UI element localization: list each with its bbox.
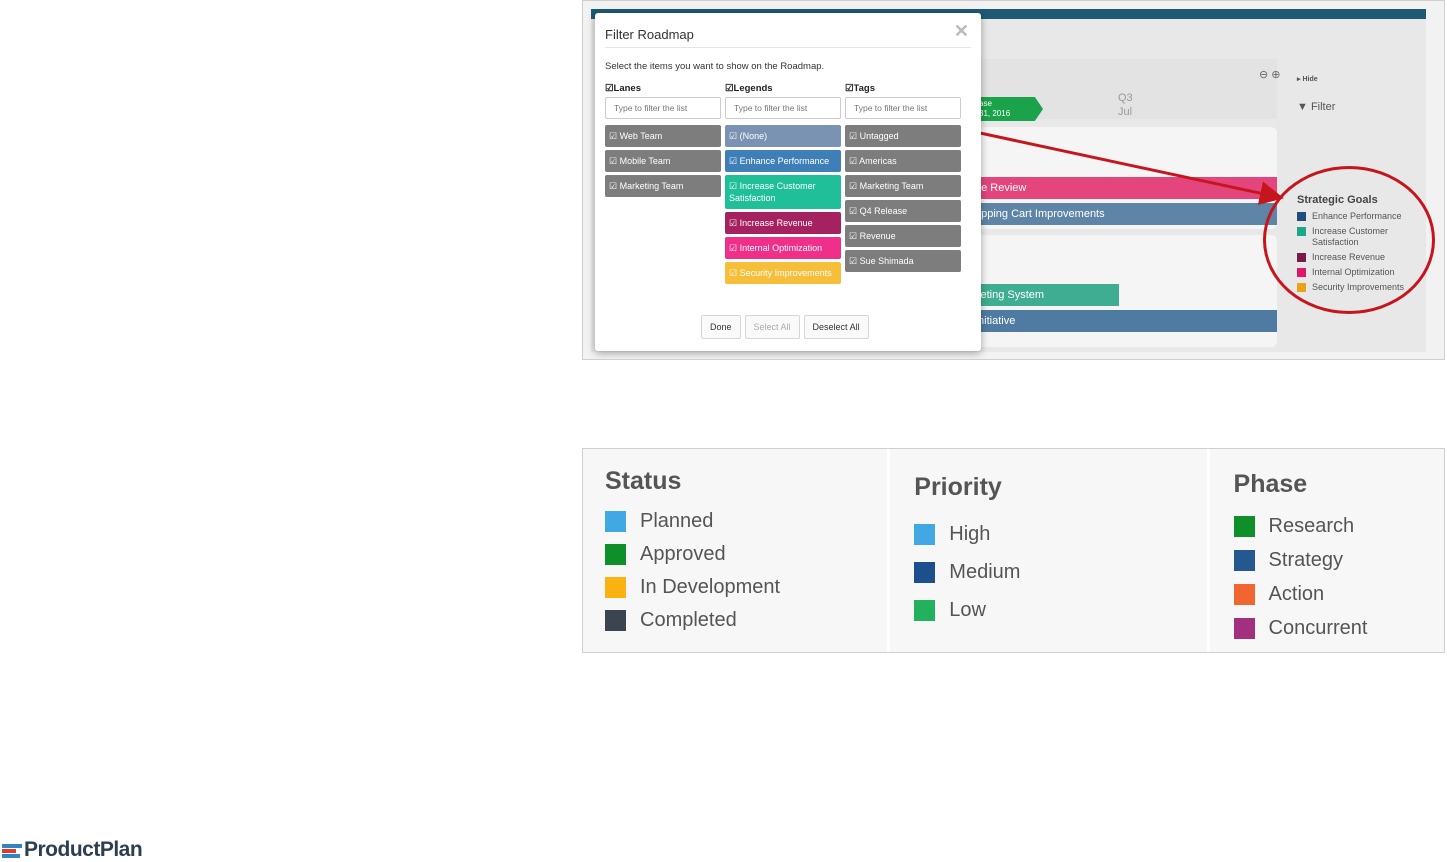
lanes-chip-list: ☑ Web Team ☑ Mobile Team ☑ Marketing Team — [605, 125, 721, 197]
modal-button-row: Done Select All Deselect All — [701, 315, 869, 339]
logo-mark-icon — [2, 842, 22, 858]
legend-label: In Development — [640, 576, 781, 598]
filter-chip[interactable]: ☑ (None) — [725, 125, 841, 147]
priority-items: High Medium Low — [914, 515, 1020, 629]
legend-swatch — [605, 610, 626, 631]
filter-chip[interactable]: ☑ Marketing Team — [845, 175, 961, 197]
filter-roadmap-modal: Filter Roadmap ✕ Select the items you wa… — [595, 13, 981, 351]
legend-swatch — [605, 511, 626, 532]
legend-label: Concurrent — [1268, 616, 1368, 639]
legend-label: Low — [949, 598, 986, 621]
phase-title: Phase — [1233, 470, 1308, 498]
legend-swatch — [605, 577, 626, 598]
legend-item: Planned — [605, 505, 780, 538]
priority-title: Priority — [914, 473, 1002, 501]
filter-chip[interactable]: ☑ Enhance Performance — [725, 150, 841, 172]
phase-items: Research Strategy Action Concurrent — [1233, 509, 1368, 645]
legend-swatch — [914, 599, 936, 621]
legend-item: Completed — [605, 604, 780, 637]
legends-checkbox[interactable]: ☑Legends — [725, 83, 841, 97]
legend-label: Medium — [949, 560, 1021, 583]
filter-chip[interactable]: ☑ Web Team — [605, 125, 721, 147]
tags-column: ☑Tags ☑ Untagged ☑ Americas ☑ Marketing Te… — [845, 83, 961, 275]
legend-item: Medium — [914, 553, 1020, 591]
select-all-button[interactable]: Select All — [744, 315, 800, 339]
legend-label: Completed — [640, 609, 737, 631]
filter-chip[interactable]: ☑ Untagged — [845, 125, 961, 147]
filter-chip[interactable]: ☑ Increase Customer Satisfaction — [725, 175, 841, 209]
legend-label: High — [949, 522, 991, 545]
filter-chip[interactable]: ☑ Mobile Team — [605, 150, 721, 172]
legend-label: Action — [1268, 582, 1325, 605]
status-legend: Status Planned Approved In Development Comp… — [583, 449, 891, 652]
tags-chip-list: ☑ Untagged ☑ Americas ☑ Marketing Team ☑ Q4… — [845, 125, 961, 272]
filter-chip[interactable]: ☑ Internal Optimization — [725, 237, 841, 259]
legend-item: Research — [1233, 509, 1368, 543]
legend-swatch — [914, 561, 936, 583]
modal-title: Filter Roadmap — [605, 27, 694, 42]
legend-item: Strategy — [1233, 543, 1368, 577]
tags-filter-input[interactable] — [845, 97, 961, 119]
filter-roadmap-screenshot: ase 31, 2016 Q3 Jul de Review opping Cart… — [582, 0, 1445, 360]
filter-chip[interactable]: ☑ Sue Shimada — [845, 250, 961, 272]
lanes-checkbox[interactable]: ☑Lanes — [605, 83, 721, 97]
legend-item: Low — [914, 591, 1020, 629]
done-button[interactable]: Done — [701, 315, 741, 339]
modal-divider — [605, 47, 971, 48]
tags-checkbox[interactable]: ☑Tags — [845, 83, 961, 97]
legend-label: Research — [1268, 514, 1355, 537]
legends-column: ☑Legends ☑ (None)☑ Enhance Performance☑ … — [725, 83, 841, 287]
legend-swatch — [1233, 617, 1255, 639]
legend-item: Concurrent — [1233, 611, 1368, 645]
lanes-filter-input[interactable] — [605, 97, 721, 119]
status-title: Status — [605, 467, 682, 495]
legend-label: Strategy — [1268, 548, 1344, 571]
legend-label: Approved — [640, 543, 726, 565]
filter-chip[interactable]: ☑ Increase Revenue — [725, 212, 841, 234]
legend-label: Planned — [640, 510, 714, 532]
legend-panel-screenshot: Status Planned Approved In Development Comp… — [582, 448, 1445, 653]
filter-chip[interactable]: ☑ Marketing Team — [605, 175, 721, 197]
priority-legend: Priority High Medium Low — [890, 449, 1210, 652]
legend-swatch — [1233, 583, 1255, 605]
filter-chip[interactable]: ☑ Q4 Release — [845, 200, 961, 222]
deselect-all-button[interactable]: Deselect All — [803, 315, 869, 339]
modal-description: Select the items you want to show on the… — [605, 61, 825, 72]
logo-text: ProductPlan — [24, 838, 143, 861]
legends-filter-input[interactable] — [725, 97, 841, 119]
productplan-logo: ProductPlan — [2, 838, 143, 862]
filter-chip[interactable]: ☑ Security Improvements — [725, 262, 841, 284]
legend-item: In Development — [605, 571, 780, 604]
legend-item: Approved — [605, 538, 780, 571]
phase-legend: Phase Research Strategy Action Concurrent — [1210, 449, 1444, 652]
legend-swatch — [1233, 515, 1255, 537]
lanes-column: ☑Lanes ☑ Web Team ☑ Mobile Team ☑ Marketin… — [605, 83, 721, 200]
close-icon[interactable]: ✕ — [954, 21, 969, 42]
legend-swatch — [914, 523, 936, 545]
legends-chip-list: ☑ (None) ☑ Enhance Performance ☑ Increase … — [725, 125, 841, 284]
legend-swatch — [605, 544, 626, 565]
legend-swatch — [1233, 549, 1255, 571]
filter-chip[interactable]: ☑ Americas — [845, 150, 961, 172]
legend-item: Action — [1233, 577, 1368, 611]
legend-item: High — [914, 515, 1020, 553]
filter-chip[interactable]: ☑ Revenue — [845, 225, 961, 247]
status-items: Planned Approved In Development Completed — [605, 505, 780, 637]
